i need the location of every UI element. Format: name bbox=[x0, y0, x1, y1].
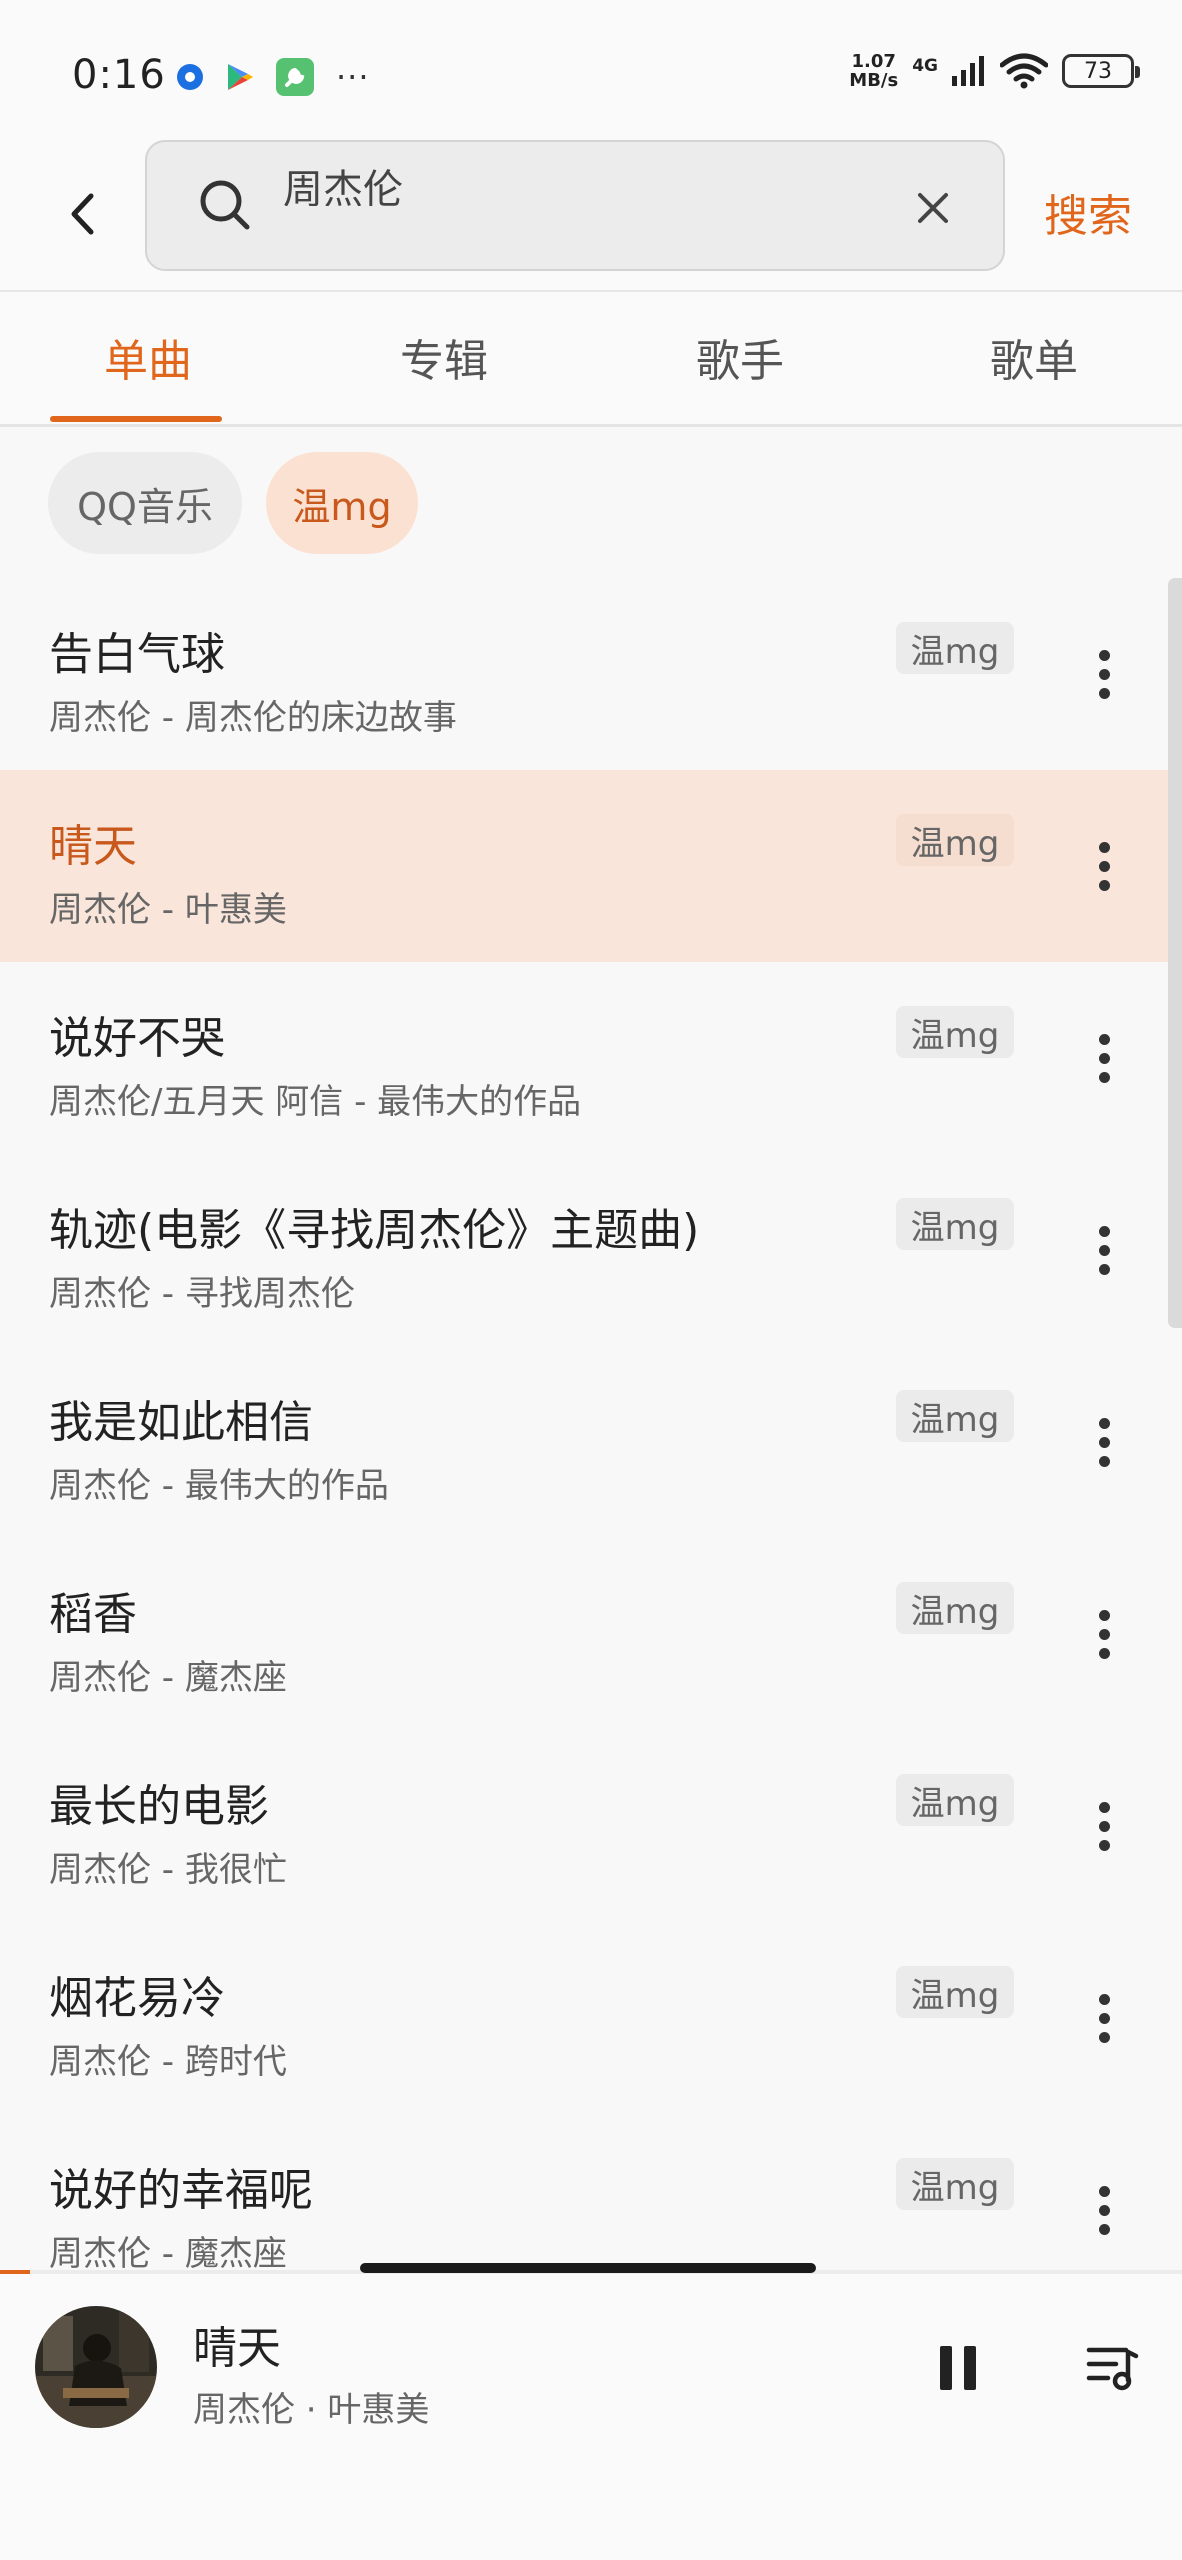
album-cover-image bbox=[35, 2306, 157, 2428]
battery-level: 73 bbox=[1084, 58, 1112, 84]
signal-icon bbox=[952, 56, 984, 86]
network-speed-unit: MB/s bbox=[849, 70, 899, 91]
search-icon bbox=[200, 180, 250, 230]
player-song-title: 晴天 bbox=[193, 2323, 281, 2374]
song-title: 最长的电影 bbox=[49, 1781, 269, 1832]
song-title: 烟花易冷 bbox=[49, 1973, 225, 2024]
song-source-badge: 温mg bbox=[896, 622, 1014, 674]
song-row[interactable]: 我是如此相信 周杰伦 - 最伟大的作品 温mg bbox=[0, 1346, 1182, 1538]
song-source-badge: 温mg bbox=[896, 2158, 1014, 2210]
status-bar: 0:16 ··· 1.07 MB/s 4G 73 bbox=[0, 0, 1182, 140]
close-icon bbox=[918, 193, 948, 223]
search-header: 搜索 bbox=[0, 140, 1182, 290]
search-box[interactable] bbox=[145, 140, 1005, 271]
song-subtitle: 周杰伦 - 寻找周杰伦 bbox=[49, 1274, 355, 1314]
network-type: 4G bbox=[912, 56, 938, 76]
list-scrollbar[interactable] bbox=[1168, 578, 1182, 1328]
song-title: 我是如此相信 bbox=[49, 1397, 313, 1448]
song-row[interactable]: 告白气球 周杰伦 - 周杰伦的床边故事 温mg bbox=[0, 578, 1182, 770]
song-row[interactable]: 烟花易冷 周杰伦 - 跨时代 温mg bbox=[0, 1922, 1182, 2114]
status-app-icons: ··· bbox=[176, 58, 370, 96]
clear-search-button[interactable] bbox=[911, 186, 955, 230]
song-row-playing[interactable]: 晴天 周杰伦 - 叶惠美 温mg bbox=[0, 770, 1182, 962]
tabs-divider bbox=[0, 424, 1182, 427]
status-time: 0:16 bbox=[72, 52, 166, 98]
song-subtitle: 周杰伦 - 魔杰座 bbox=[49, 2234, 287, 2270]
song-subtitle: 周杰伦 - 魔杰座 bbox=[49, 1658, 287, 1698]
back-arrow-icon bbox=[71, 193, 94, 235]
status-right: 1.07 MB/s 4G 73 bbox=[849, 52, 1140, 90]
song-source-badge: 温mg bbox=[896, 1774, 1014, 1826]
playlist-button[interactable] bbox=[1086, 2344, 1140, 2396]
more-options-button[interactable] bbox=[1076, 1212, 1132, 1288]
song-row[interactable]: 说好不哭 周杰伦/五月天 阿信 - 最伟大的作品 温mg bbox=[0, 962, 1182, 1154]
song-subtitle: 周杰伦 - 周杰伦的床边故事 bbox=[49, 698, 457, 738]
song-source-badge: 温mg bbox=[896, 1966, 1014, 2018]
more-options-button[interactable] bbox=[1076, 1596, 1132, 1672]
more-options-button[interactable] bbox=[1076, 1020, 1132, 1096]
song-title: 晴天 bbox=[49, 821, 137, 872]
album-art[interactable] bbox=[35, 2306, 157, 2428]
song-subtitle: 周杰伦 - 最伟大的作品 bbox=[49, 1466, 389, 1506]
player-song-artist: 周杰伦 · 叶惠美 bbox=[193, 2390, 430, 2430]
song-source-badge: 温mg bbox=[896, 814, 1014, 866]
song-source-badge: 温mg bbox=[896, 1198, 1014, 1250]
player-progress-fill bbox=[0, 2270, 30, 2274]
home-indicator[interactable] bbox=[360, 2263, 816, 2273]
song-title: 告白气球 bbox=[49, 629, 225, 680]
tool-app-icon bbox=[276, 58, 314, 96]
battery-indicator: 73 bbox=[1062, 54, 1140, 88]
song-subtitle: 周杰伦 - 跨时代 bbox=[49, 2042, 287, 2082]
play-store-icon bbox=[228, 64, 253, 90]
song-row[interactable]: 稻香 周杰伦 - 魔杰座 温mg bbox=[0, 1538, 1182, 1730]
song-source-badge: 温mg bbox=[896, 1390, 1014, 1442]
song-row[interactable]: 轨迹(电影《寻找周杰伦》主题曲) 周杰伦 - 寻找周杰伦 温mg bbox=[0, 1154, 1182, 1346]
song-title: 轨迹(电影《寻找周杰伦》主题曲) bbox=[49, 1205, 700, 1256]
song-subtitle: 周杰伦/五月天 阿信 - 最伟大的作品 bbox=[49, 1082, 582, 1122]
song-subtitle: 周杰伦 - 我很忙 bbox=[49, 1850, 287, 1890]
more-options-button[interactable] bbox=[1076, 1788, 1132, 1864]
mini-player[interactable]: 晴天 周杰伦 · 叶惠美 bbox=[0, 2270, 1182, 2560]
back-button[interactable] bbox=[52, 174, 112, 254]
more-options-button[interactable] bbox=[1076, 1980, 1132, 2056]
wifi-icon bbox=[1000, 53, 1048, 89]
song-subtitle: 周杰伦 - 叶惠美 bbox=[49, 890, 287, 930]
source-chip-qq-music[interactable]: QQ音乐 bbox=[48, 452, 242, 554]
tab-albums[interactable]: 专辑 bbox=[296, 292, 592, 422]
more-notifications-icon: ··· bbox=[336, 58, 370, 96]
song-source-badge: 温mg bbox=[896, 1006, 1014, 1058]
tab-playlists[interactable]: 歌单 bbox=[886, 292, 1182, 422]
song-source-badge: 温mg bbox=[896, 1582, 1014, 1634]
result-tabs: 单曲 专辑 歌手 歌单 bbox=[0, 292, 1182, 424]
tab-artists[interactable]: 歌手 bbox=[592, 292, 888, 422]
playlist-icon bbox=[1086, 2347, 1139, 2391]
song-title: 说好的幸福呢 bbox=[49, 2165, 313, 2216]
app-blue-icon bbox=[177, 64, 203, 90]
song-row[interactable]: 说好的幸福呢 周杰伦 - 魔杰座 温mg bbox=[0, 2114, 1182, 2270]
network-speed-value: 1.07 bbox=[851, 51, 896, 72]
song-title: 稻香 bbox=[49, 1589, 137, 1640]
pause-button[interactable] bbox=[940, 2346, 976, 2392]
song-list: 告白气球 周杰伦 - 周杰伦的床边故事 温mg 晴天 周杰伦 - 叶惠美 温mg… bbox=[0, 578, 1182, 2270]
search-button[interactable]: 搜索 bbox=[1044, 180, 1132, 244]
more-options-button[interactable] bbox=[1076, 828, 1132, 904]
more-options-button[interactable] bbox=[1076, 636, 1132, 712]
network-speed: 1.07 MB/s bbox=[849, 52, 898, 90]
active-tab-indicator bbox=[50, 416, 222, 422]
song-title: 说好不哭 bbox=[49, 1013, 225, 1064]
tab-songs[interactable]: 单曲 bbox=[0, 292, 296, 422]
more-options-button[interactable] bbox=[1076, 1404, 1132, 1480]
source-chip-wen-mg[interactable]: 温mg bbox=[266, 452, 418, 554]
song-row[interactable]: 最长的电影 周杰伦 - 我很忙 温mg bbox=[0, 1730, 1182, 1922]
search-input[interactable] bbox=[283, 166, 843, 206]
more-options-button[interactable] bbox=[1076, 2172, 1132, 2248]
